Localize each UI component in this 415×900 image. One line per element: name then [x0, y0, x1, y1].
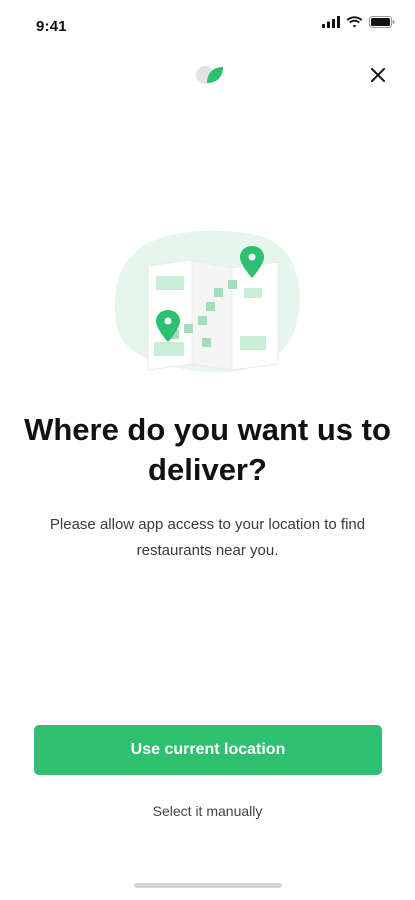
cellular-signal-icon: [322, 16, 340, 28]
close-button[interactable]: [365, 62, 391, 88]
status-bar: 9:41: [0, 0, 415, 52]
map-location-pins-icon: [114, 230, 300, 373]
close-icon: [371, 68, 385, 82]
status-icons: [322, 16, 395, 28]
page-title: Where do you want us to deliver?: [24, 412, 391, 487]
select-manually-link[interactable]: Select it manually: [0, 803, 415, 819]
battery-icon: [369, 16, 395, 28]
brand-logo-icon: [196, 66, 223, 84]
use-current-location-button[interactable]: Use current location: [34, 725, 382, 775]
home-indicator: [134, 883, 282, 888]
location-permission-description: Please allow app access to your location…: [49, 516, 366, 559]
header: [0, 52, 415, 96]
wifi-icon: [346, 16, 363, 28]
status-time: 9:41: [36, 18, 67, 35]
